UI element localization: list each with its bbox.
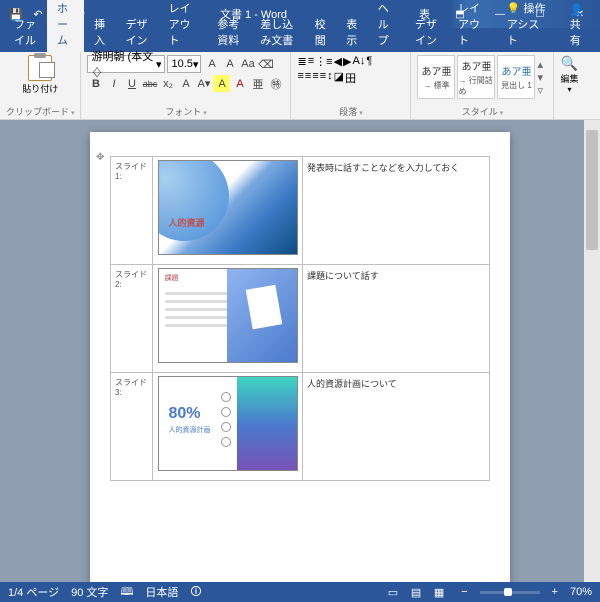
- tab-ctx-layout[interactable]: レイアウト: [448, 0, 497, 52]
- font-color-button[interactable]: A: [231, 75, 248, 92]
- numbering-button[interactable]: ≡: [308, 55, 314, 68]
- tab-ctx-design[interactable]: デザイン: [405, 12, 448, 52]
- editing-button[interactable]: 🔍 編集 ▾: [560, 55, 578, 94]
- ribbon: 貼り付け クリップボード 游明朝 (本文♢▾ 10.5▾ A A Aa ⌫ B …: [0, 52, 600, 120]
- justify-button[interactable]: ≡: [320, 70, 326, 86]
- slide-thumbnail[interactable]: 人的資源: [153, 157, 303, 265]
- change-case-button[interactable]: Aa: [239, 56, 256, 73]
- tab-home[interactable]: ホーム: [47, 0, 84, 52]
- page[interactable]: ✥ スライド 1: 人的資源 発表時に話すことなどを入力しておく スライド 2:…: [90, 132, 510, 582]
- zoom-slider[interactable]: [480, 591, 540, 594]
- tab-file[interactable]: ファイル: [4, 12, 47, 52]
- show-marks-button[interactable]: ¶: [366, 55, 372, 68]
- paste-button[interactable]: 貼り付け: [6, 55, 74, 95]
- tab-insert[interactable]: 挿入: [84, 12, 116, 52]
- subscript-button[interactable]: x₂: [159, 75, 176, 92]
- proofing-icon[interactable]: 🕮: [120, 583, 133, 602]
- group-editing: 🔍 編集 ▾: [554, 52, 584, 119]
- table-anchor-icon[interactable]: ✥: [96, 152, 104, 163]
- page-indicator[interactable]: 1/4 ページ: [8, 584, 59, 600]
- multilevel-button[interactable]: ⋮≡: [315, 55, 332, 68]
- shrink-font-button[interactable]: A: [221, 56, 238, 73]
- italic-button[interactable]: I: [105, 75, 122, 92]
- group-label: クリップボード: [6, 104, 74, 118]
- text-effects-button[interactable]: A▾: [195, 75, 212, 92]
- zoom-in-button[interactable]: +: [552, 586, 558, 598]
- superscript-button[interactable]: A: [177, 75, 194, 92]
- slide-label[interactable]: スライド 3:: [111, 373, 153, 481]
- style-heading1[interactable]: あア亜見出し 1: [497, 55, 535, 99]
- strike-button[interactable]: abc: [141, 75, 158, 92]
- tab-view[interactable]: 表示: [336, 12, 368, 52]
- underline-button[interactable]: U: [123, 75, 140, 92]
- chevron-down-icon: ▾: [193, 58, 199, 71]
- tab-mailings[interactable]: 差し込み文書: [250, 12, 304, 52]
- enclose-button[interactable]: ㊕: [267, 75, 284, 92]
- tab-layout[interactable]: レイアウト: [159, 0, 208, 52]
- slide-notes[interactable]: 人的資源計画について: [303, 373, 490, 481]
- chevron-down-icon: ▾: [156, 58, 162, 71]
- slide-notes[interactable]: 発表時に話すことなどを入力しておく: [303, 157, 490, 265]
- zoom-out-button[interactable]: −: [461, 586, 467, 598]
- group-font: 游明朝 (本文♢▾ 10.5▾ A A Aa ⌫ B I U abc x₂ A …: [81, 52, 291, 119]
- grow-font-button[interactable]: A: [203, 56, 220, 73]
- font-size-select[interactable]: 10.5▾: [167, 55, 201, 73]
- group-paragraph: ≣ ≡ ⋮≡ ◀ ▶ A↓ ¶ ≡ ≡ ≡ ≡ ↕ ◪ 田 段落: [291, 52, 411, 119]
- style-nospacing[interactable]: あア亜→ 行間詰め: [457, 55, 495, 99]
- highlight-button[interactable]: A: [213, 75, 230, 92]
- document-area[interactable]: ✥ スライド 1: 人的資源 発表時に話すことなどを入力しておく スライド 2:…: [0, 120, 600, 582]
- group-clipboard: 貼り付け クリップボード: [0, 52, 81, 119]
- word-count[interactable]: 90 文字: [71, 584, 108, 600]
- tab-tellme[interactable]: 💡 操作アシスト: [497, 0, 560, 52]
- style-normal[interactable]: あア亜→ 標準: [417, 55, 455, 99]
- bold-button[interactable]: B: [87, 75, 104, 92]
- tab-review[interactable]: 校閲: [305, 12, 337, 52]
- table-row[interactable]: スライド 1: 人的資源 発表時に話すことなどを入力しておく: [111, 157, 490, 265]
- shading-button[interactable]: ◪: [334, 70, 344, 86]
- clipboard-icon: [28, 55, 52, 81]
- align-left-button[interactable]: ≡: [297, 70, 303, 86]
- group-label: 段落: [297, 104, 404, 118]
- print-layout-icon[interactable]: ▤: [406, 586, 426, 599]
- slide-notes[interactable]: 課題について話す: [303, 265, 490, 373]
- zoom-level[interactable]: 70%: [570, 586, 592, 598]
- align-center-button[interactable]: ≡: [305, 70, 311, 86]
- read-mode-icon[interactable]: ▭: [383, 586, 403, 599]
- group-label: スタイル: [417, 104, 547, 118]
- borders-button[interactable]: 田: [345, 70, 356, 86]
- table-row[interactable]: スライド 3: 80%人的資源計画 人的資源計画について: [111, 373, 490, 481]
- ribbon-tabs: ファイル ホーム 挿入 デザイン レイアウト 参考資料 差し込み文書 校閲 表示…: [0, 28, 600, 52]
- styles-more-icon[interactable]: ▴: [537, 58, 547, 71]
- language-indicator[interactable]: 日本語: [145, 584, 178, 600]
- search-icon: 🔍: [561, 55, 578, 72]
- clear-format-button[interactable]: ⌫: [257, 56, 274, 73]
- vertical-scrollbar[interactable]: [584, 120, 600, 582]
- tab-help[interactable]: ヘルプ: [368, 0, 405, 52]
- font-name-select[interactable]: 游明朝 (本文♢▾: [87, 55, 165, 73]
- bullets-button[interactable]: ≣: [297, 55, 306, 68]
- line-spacing-button[interactable]: ↕: [327, 70, 333, 86]
- tab-share[interactable]: 👤 共有: [560, 0, 600, 52]
- slide-thumbnail[interactable]: 課題: [153, 265, 303, 373]
- tab-references[interactable]: 参考資料: [207, 12, 250, 52]
- scrollbar-thumb[interactable]: [586, 130, 598, 250]
- align-right-button[interactable]: ≡: [312, 70, 318, 86]
- sort-button[interactable]: A↓: [352, 55, 365, 68]
- slide-thumbnail[interactable]: 80%人的資源計画: [153, 373, 303, 481]
- decrease-indent-button[interactable]: ◀: [334, 55, 342, 68]
- handout-table[interactable]: スライド 1: 人的資源 発表時に話すことなどを入力しておく スライド 2: 課…: [110, 156, 490, 481]
- view-buttons: ▭ ▤ ▦: [383, 586, 449, 599]
- tab-design[interactable]: デザイン: [116, 12, 159, 52]
- status-bar: 1/4 ページ 90 文字 🕮 日本語 🛈 ▭ ▤ ▦ − + 70%: [0, 582, 600, 602]
- accessibility-icon[interactable]: 🛈: [190, 583, 201, 602]
- increase-indent-button[interactable]: ▶: [343, 55, 351, 68]
- slide-label[interactable]: スライド 2:: [111, 265, 153, 373]
- group-styles: あア亜→ 標準 あア亜→ 行間詰め あア亜見出し 1 ▴▾▿ スタイル: [411, 52, 554, 119]
- group-label: フォント: [87, 104, 284, 118]
- web-layout-icon[interactable]: ▦: [429, 586, 449, 599]
- phonetic-button[interactable]: 亜: [249, 75, 266, 92]
- table-row[interactable]: スライド 2: 課題 課題について話す: [111, 265, 490, 373]
- slide-label[interactable]: スライド 1:: [111, 157, 153, 265]
